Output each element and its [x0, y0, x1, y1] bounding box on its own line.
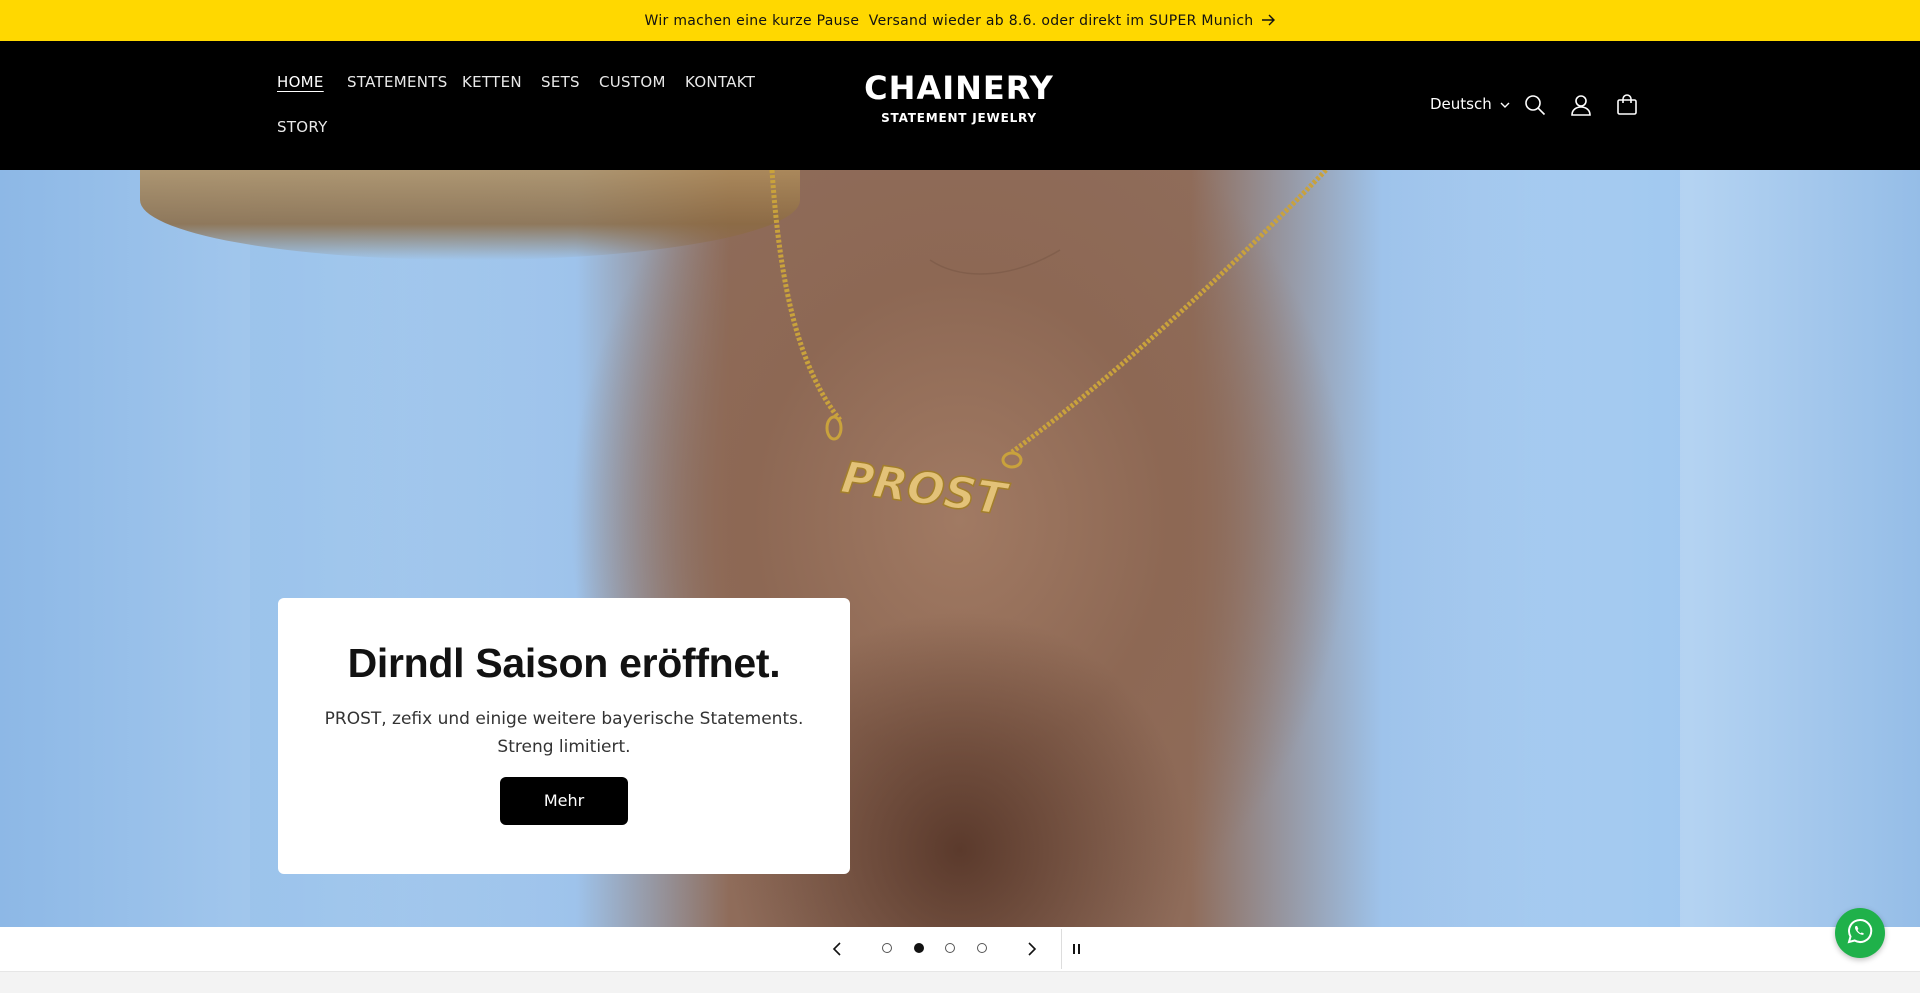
previous-slide-icon[interactable] — [827, 939, 847, 959]
controls-divider — [1061, 929, 1062, 969]
arrow-right-icon — [1261, 12, 1276, 30]
next-slide-icon[interactable] — [1022, 939, 1042, 959]
nav-item-story[interactable]: STORY — [277, 118, 328, 136]
nav-item-custom[interactable]: CUSTOM — [599, 73, 666, 91]
pause-icon[interactable] — [1067, 939, 1087, 959]
site-logo[interactable]: CHAINERY STATEMENT JEWELRY — [858, 71, 1060, 125]
cart-icon[interactable] — [1612, 90, 1642, 120]
mehr-button[interactable]: Mehr — [500, 777, 628, 825]
announcement-text[interactable]: Wir machen eine kurze Pause ⁠ Versand wi… — [645, 13, 1254, 29]
hero-slide: PROST Dirndl Saison eröffnet. PROST, zef… — [0, 170, 1920, 927]
account-icon[interactable] — [1566, 90, 1596, 120]
nav-item-kontakt[interactable]: KONTAKT — [685, 73, 755, 91]
whatsapp-button[interactable] — [1835, 908, 1885, 958]
slideshow-controls — [0, 927, 1920, 971]
logo-name: CHAINERY — [864, 69, 1054, 107]
slide-dot-4[interactable] — [977, 943, 987, 953]
announcement-bar[interactable]: Wir machen eine kurze Pause ⁠ Versand wi… — [0, 0, 1920, 41]
slide-dot-3[interactable] — [945, 943, 955, 953]
logo-tagline: STATEMENT JEWELRY — [881, 111, 1037, 125]
whatsapp-icon — [1846, 917, 1874, 950]
nav-item-ketten[interactable]: KETTEN — [462, 73, 522, 91]
hero-text: PROST, zefix und einige weitere bayerisc… — [324, 709, 804, 757]
language-label: Deutsch — [1430, 95, 1492, 113]
hero-text-card: Dirndl Saison eröffnet. PROST, zefix und… — [278, 598, 850, 874]
site-header: HOME STATEMENTS KETTEN SETS CUSTOM KONTA… — [0, 41, 1920, 170]
next-section-edge — [0, 971, 1920, 993]
hero-heading: Dirndl Saison eröffnet. — [347, 640, 781, 686]
nav-item-home[interactable]: HOME — [277, 73, 324, 91]
nav-item-statements[interactable]: STATEMENTS — [347, 73, 448, 91]
nav-item-sets[interactable]: SETS — [541, 73, 580, 91]
chevron-down-icon — [1500, 95, 1510, 113]
language-selector[interactable]: Deutsch — [1430, 95, 1510, 113]
slide-dot-2[interactable] — [914, 943, 924, 953]
pendant-text: PROST — [838, 452, 1012, 526]
search-icon[interactable] — [1520, 90, 1550, 120]
slide-dot-1[interactable] — [882, 943, 892, 953]
